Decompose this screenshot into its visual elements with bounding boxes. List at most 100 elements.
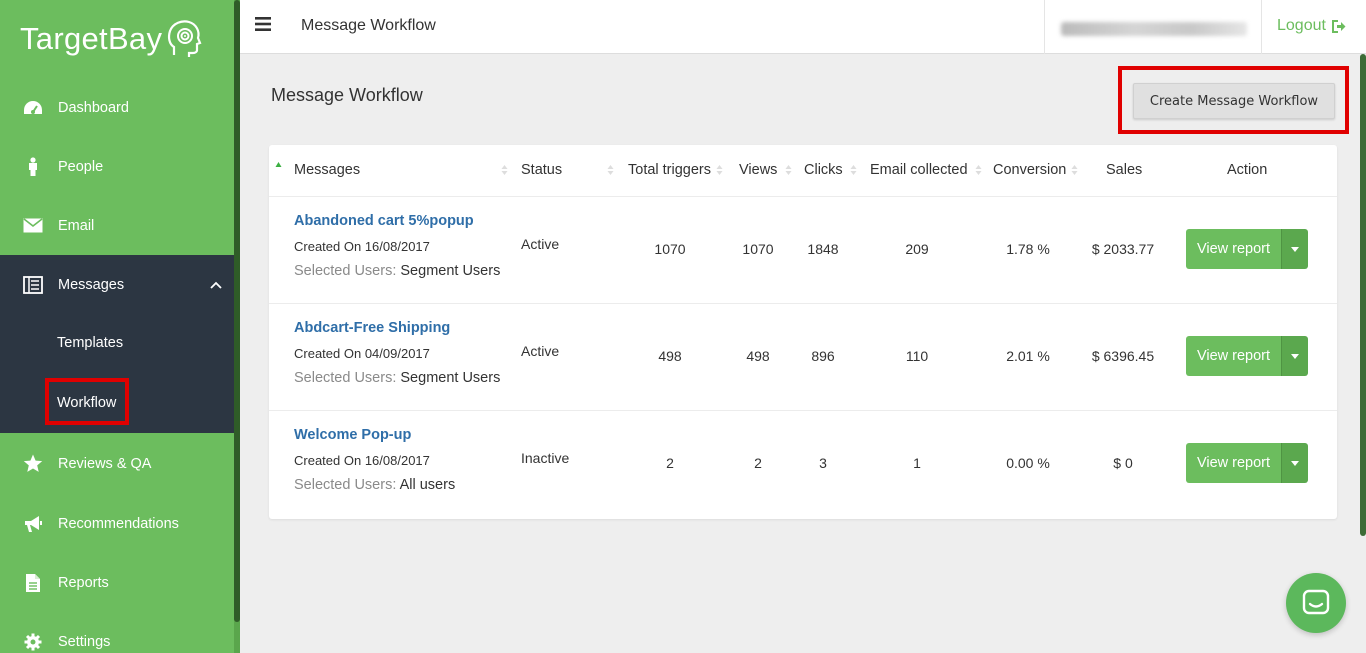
chevron-up-icon	[210, 281, 222, 289]
header-messages[interactable]: Messages	[294, 162, 360, 178]
sort-icon[interactable]	[1071, 164, 1078, 176]
sort-icon[interactable]	[501, 164, 508, 176]
user-account-menu[interactable]	[1044, 0, 1262, 54]
caret-down-icon	[1291, 460, 1299, 466]
header-conversion[interactable]: Conversion	[993, 162, 1066, 178]
document-icon	[22, 573, 44, 593]
total-triggers-value: 498	[658, 348, 682, 364]
clicks-value: 3	[819, 455, 827, 471]
sort-icon[interactable]	[785, 164, 792, 176]
hamburger-menu-icon[interactable]	[255, 17, 271, 31]
sort-asc-active-icon[interactable]	[275, 161, 282, 173]
status-text: Active	[521, 236, 560, 252]
header-clicks[interactable]: Clicks	[804, 162, 843, 178]
sort-icon[interactable]	[975, 164, 982, 176]
message-name-link[interactable]: Abandoned cart 5%popup	[294, 213, 474, 229]
clicks-value: 896	[811, 348, 835, 364]
sidebar-item-dashboard[interactable]: Dashboard	[0, 78, 234, 137]
caret-down-icon	[1291, 353, 1299, 359]
row-divider	[269, 410, 1337, 411]
workflow-table: Messages Status Total triggers Views Cli…	[269, 145, 1337, 519]
sidebar-item-recommendations[interactable]: Recommendations	[0, 494, 234, 553]
conversion-value: 2.01 %	[1006, 348, 1050, 364]
messages-icon	[22, 275, 44, 295]
selected-users: Selected Users: Segment Users	[294, 263, 500, 279]
created-date: Created On 04/09/2017	[294, 346, 430, 361]
row-divider	[269, 303, 1337, 304]
sidebar-item-label: Dashboard	[58, 99, 129, 116]
sidebar-item-reports[interactable]: Reports	[0, 553, 234, 612]
live-chat-button[interactable]	[1286, 573, 1346, 633]
logout-label: Logout	[1277, 17, 1326, 34]
top-bar: Message Workflow Logout	[240, 0, 1366, 54]
top-bar-title: Message Workflow	[301, 17, 436, 34]
sort-icon[interactable]	[716, 164, 723, 176]
clicks-value: 1848	[807, 241, 839, 257]
logout-link[interactable]: Logout	[1277, 17, 1346, 35]
created-date: Created On 16/08/2017	[294, 239, 430, 254]
selected-users-value: All users	[399, 477, 456, 493]
view-report-button-group: View report	[1186, 229, 1308, 269]
created-date: Created On 16/08/2017	[294, 453, 430, 468]
header-action: Action	[1227, 162, 1268, 178]
message-name-link[interactable]: Welcome Pop-up	[294, 427, 411, 443]
main-scrollbar[interactable]	[1360, 54, 1366, 536]
sales-value: $ 0	[1113, 455, 1133, 471]
view-report-button[interactable]: View report	[1186, 336, 1281, 376]
sales-value: $ 2033.77	[1091, 241, 1155, 257]
logo-text: TargetBay	[20, 21, 163, 56]
view-report-button[interactable]: View report	[1186, 229, 1281, 269]
sort-icon[interactable]	[607, 164, 614, 176]
envelope-icon	[22, 216, 44, 236]
workflow-highlight-box	[45, 378, 129, 425]
row-divider	[269, 196, 1337, 197]
megaphone-icon	[22, 514, 44, 534]
views-value: 1070	[742, 241, 774, 257]
selected-users: Selected Users: Segment Users	[294, 370, 500, 386]
sidebar-item-label: Settings	[58, 633, 111, 650]
view-report-dropdown-toggle[interactable]	[1281, 336, 1308, 376]
sidebar-item-label: Recommendations	[58, 515, 179, 532]
view-report-dropdown-toggle[interactable]	[1281, 443, 1308, 483]
sidebar-item-email[interactable]: Email	[0, 196, 234, 255]
caret-down-icon	[1291, 246, 1299, 252]
selected-users: Selected Users: All users	[294, 477, 455, 493]
logo-head-icon	[168, 20, 202, 57]
sidebar-scrollbar-thumb[interactable]	[234, 0, 240, 622]
total-triggers-value: 1070	[654, 241, 686, 257]
views-value: 498	[746, 348, 770, 364]
header-total-triggers[interactable]: Total triggers	[628, 162, 711, 178]
sales-value: $ 6396.45	[1091, 348, 1155, 364]
dashboard-icon	[22, 98, 44, 118]
message-name-link[interactable]: Abdcart-Free Shipping	[294, 320, 450, 336]
sidebar-subitem-templates[interactable]: Templates	[57, 335, 123, 351]
conversion-value: 0.00 %	[1006, 455, 1050, 471]
sidebar-item-label: People	[58, 158, 104, 175]
sidebar-item-messages[interactable]: Messages	[0, 255, 234, 314]
sidebar-item-label: Reports	[58, 574, 109, 591]
email-collected-value: 209	[905, 241, 929, 257]
sidebar-item-reviews[interactable]: Reviews & QA	[0, 434, 234, 493]
total-triggers-value: 2	[666, 455, 674, 471]
page-title: Message Workflow	[271, 85, 423, 105]
header-views[interactable]: Views	[739, 162, 777, 178]
targetbay-logo[interactable]: TargetBay	[20, 18, 202, 60]
email-collected-value: 1	[913, 455, 921, 471]
selected-users-value: Segment Users	[400, 370, 501, 386]
view-report-dropdown-toggle[interactable]	[1281, 229, 1308, 269]
sort-icon[interactable]	[850, 164, 857, 176]
view-report-button-group: View report	[1186, 443, 1308, 483]
sidebar-item-settings[interactable]: Settings	[0, 612, 234, 653]
view-report-button[interactable]: View report	[1186, 443, 1281, 483]
selected-users-label: Selected Users:	[294, 370, 397, 386]
header-sales: Sales	[1106, 162, 1143, 178]
sidebar-item-label: Reviews & QA	[58, 455, 152, 472]
star-icon	[22, 454, 44, 474]
chat-icon	[1302, 589, 1330, 615]
sidebar-item-people[interactable]: People	[0, 137, 234, 196]
status-text: Active	[521, 343, 560, 359]
header-email-collected[interactable]: Email collected	[870, 162, 968, 178]
header-status[interactable]: Status	[521, 162, 562, 178]
create-message-workflow-button[interactable]: Create Message Workflow	[1133, 83, 1335, 119]
person-icon	[22, 156, 44, 177]
